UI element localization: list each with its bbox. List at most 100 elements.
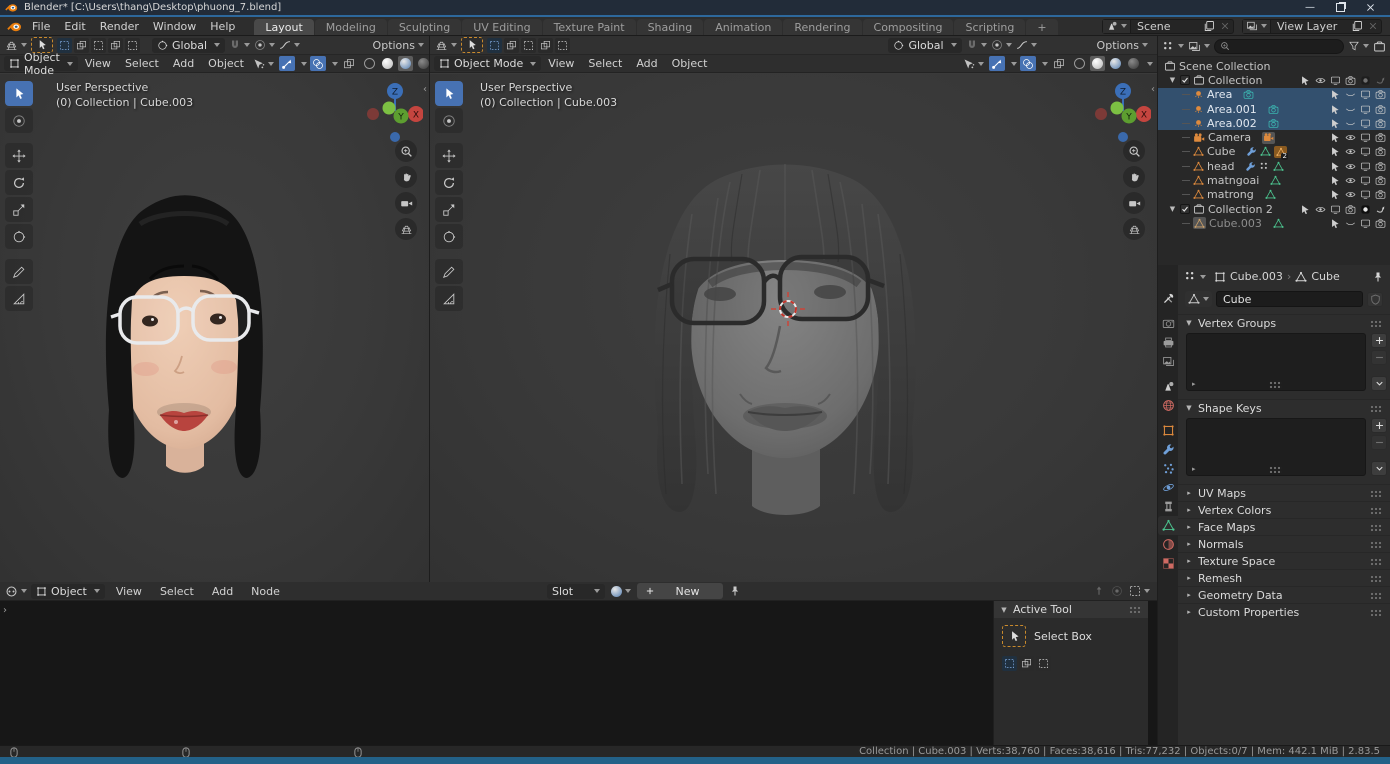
minimize-button[interactable]: — <box>1295 2 1325 13</box>
outliner-row-head[interactable]: head <box>1158 159 1390 173</box>
tab-scripting[interactable]: Scripting <box>954 19 1025 35</box>
tool-transform[interactable] <box>5 224 33 249</box>
select-mode-invert[interactable] <box>538 38 553 53</box>
select-mode-extend[interactable] <box>504 38 519 53</box>
outliner-row-cube-003[interactable]: Cube.003 <box>1158 216 1390 230</box>
select-mode-subtract[interactable] <box>91 38 106 53</box>
menu-select[interactable]: Select <box>153 582 201 600</box>
editor-type-button[interactable] <box>435 39 457 52</box>
tab-uv-editing[interactable]: UV Editing <box>462 19 541 35</box>
options-dropdown[interactable]: Options <box>373 39 424 52</box>
remove-vertex-group-button[interactable] <box>1371 350 1387 365</box>
list-resize-grip[interactable] <box>1269 466 1282 473</box>
panel-grip[interactable] <box>1370 592 1383 599</box>
viewport-disable-icon[interactable] <box>1359 217 1372 229</box>
tab-particles[interactable] <box>1158 459 1178 478</box>
active-tool-icon-button[interactable] <box>1002 625 1026 647</box>
pin-icon[interactable] <box>729 585 741 597</box>
selectable-icon[interactable] <box>1329 117 1342 129</box>
hide-icon[interactable] <box>1344 175 1357 187</box>
holdout-icon[interactable] <box>1359 203 1372 215</box>
overlay-dropdown[interactable] <box>1129 585 1150 597</box>
select-mode-set[interactable] <box>1002 656 1017 671</box>
panel-header-vertex-colors[interactable]: ▸Vertex Colors <box>1178 501 1390 518</box>
tab-render[interactable] <box>1158 314 1178 333</box>
shading-rendered[interactable] <box>416 56 431 71</box>
tool-rotate[interactable] <box>5 170 33 195</box>
remove-view-layer-icon[interactable] <box>1368 21 1378 31</box>
selectable-icon[interactable] <box>1329 146 1342 158</box>
navigation-gizmo[interactable]: Z X Y <box>1087 78 1151 142</box>
tab-view-layer[interactable] <box>1158 352 1178 371</box>
render-disable-icon[interactable] <box>1374 146 1387 158</box>
outliner-row-collection-2[interactable]: ▼ Collection 2 <box>1158 202 1390 216</box>
list-filter-toggle[interactable]: ▸ <box>1192 465 1196 473</box>
panel-grip[interactable] <box>1370 609 1383 616</box>
filter-dropdown[interactable] <box>1348 40 1369 52</box>
indirect-only-icon[interactable] <box>1374 203 1387 215</box>
breadcrumb-object[interactable]: Cube.003 <box>1230 270 1283 283</box>
proportional-edit-toggle[interactable] <box>254 39 275 51</box>
gizmos-toggle[interactable] <box>989 56 1005 71</box>
model-head-solid[interactable] <box>430 74 1157 582</box>
menu-select[interactable]: Select <box>581 55 629 72</box>
tool-cursor[interactable] <box>5 108 33 133</box>
xray-toggle[interactable] <box>341 56 357 71</box>
selectable-icon[interactable] <box>1329 132 1342 144</box>
shading-material[interactable] <box>1108 56 1123 71</box>
mode-dropdown[interactable]: Object Mode <box>4 56 78 71</box>
menu-object[interactable]: Object <box>665 55 715 72</box>
panel-header-remesh[interactable]: ▸Remesh <box>1178 569 1390 586</box>
mode-dropdown[interactable]: Object Mode <box>434 56 541 71</box>
list-resize-grip[interactable] <box>1269 381 1282 388</box>
menu-node[interactable]: Node <box>244 582 287 600</box>
menu-add[interactable]: Add <box>205 582 240 600</box>
falloff-dropdown[interactable] <box>1016 39 1037 51</box>
outliner-row-collection[interactable]: ▼ Collection <box>1158 73 1390 87</box>
select-mode-extend[interactable] <box>74 38 89 53</box>
panel-header-custom-properties[interactable]: ▸Custom Properties <box>1178 603 1390 620</box>
sidebar-collapse-arrow[interactable]: ‹ <box>1151 84 1155 95</box>
active-tool-header[interactable]: ▼Active Tool <box>994 601 1148 618</box>
render-disable-icon[interactable] <box>1374 175 1387 187</box>
select-mode-subtract[interactable] <box>521 38 536 53</box>
new-material-button[interactable]: New <box>637 583 723 599</box>
render-disable-icon[interactable] <box>1374 103 1387 115</box>
overlays-toggle[interactable] <box>1020 56 1036 71</box>
visibility-dropdown[interactable] <box>961 56 986 71</box>
add-workspace-button[interactable]: + <box>1026 19 1057 35</box>
tool-cursor[interactable] <box>435 108 463 133</box>
viewport-disable-icon[interactable] <box>1329 74 1342 86</box>
menu-edit[interactable]: Edit <box>57 17 92 35</box>
view-layer-selector[interactable]: View Layer <box>1242 19 1382 34</box>
select-mode-intersect[interactable] <box>125 38 140 53</box>
tab-sculpting[interactable]: Sculpting <box>388 19 461 35</box>
menu-view[interactable]: View <box>109 582 149 600</box>
hide-icon[interactable] <box>1344 89 1357 101</box>
tool-transform[interactable] <box>435 224 463 249</box>
menu-view[interactable]: View <box>78 55 118 72</box>
tool-rotate[interactable] <box>435 170 463 195</box>
outliner-row-matngoai[interactable]: matngoai <box>1158 173 1390 187</box>
snap-toggle[interactable] <box>229 39 250 51</box>
render-disable-icon[interactable] <box>1374 217 1387 229</box>
select-mode-invert[interactable] <box>108 38 123 53</box>
mesh-name-input[interactable]: Cube <box>1216 291 1363 307</box>
snap-node-icon[interactable] <box>1111 585 1123 597</box>
render-disable-icon[interactable] <box>1374 132 1387 144</box>
menu-view[interactable]: View <box>541 55 581 72</box>
ortho-toggle-button[interactable] <box>1123 218 1145 240</box>
shading-solid[interactable] <box>1090 56 1105 71</box>
tab-material[interactable] <box>1158 535 1178 554</box>
outliner-row-matrong[interactable]: matrong <box>1158 188 1390 202</box>
viewport-disable-icon[interactable] <box>1359 132 1372 144</box>
selectable-icon[interactable] <box>1329 89 1342 101</box>
panel-grip[interactable] <box>1370 405 1383 412</box>
visibility-dropdown[interactable] <box>251 56 276 71</box>
shader-type-dropdown[interactable]: Object <box>31 584 105 599</box>
menu-help[interactable]: Help <box>203 17 242 35</box>
viewport-disable-icon[interactable] <box>1359 89 1372 101</box>
shading-material[interactable] <box>398 56 413 71</box>
tab-animation[interactable]: Animation <box>704 19 782 35</box>
panel-grip[interactable] <box>1370 524 1383 531</box>
